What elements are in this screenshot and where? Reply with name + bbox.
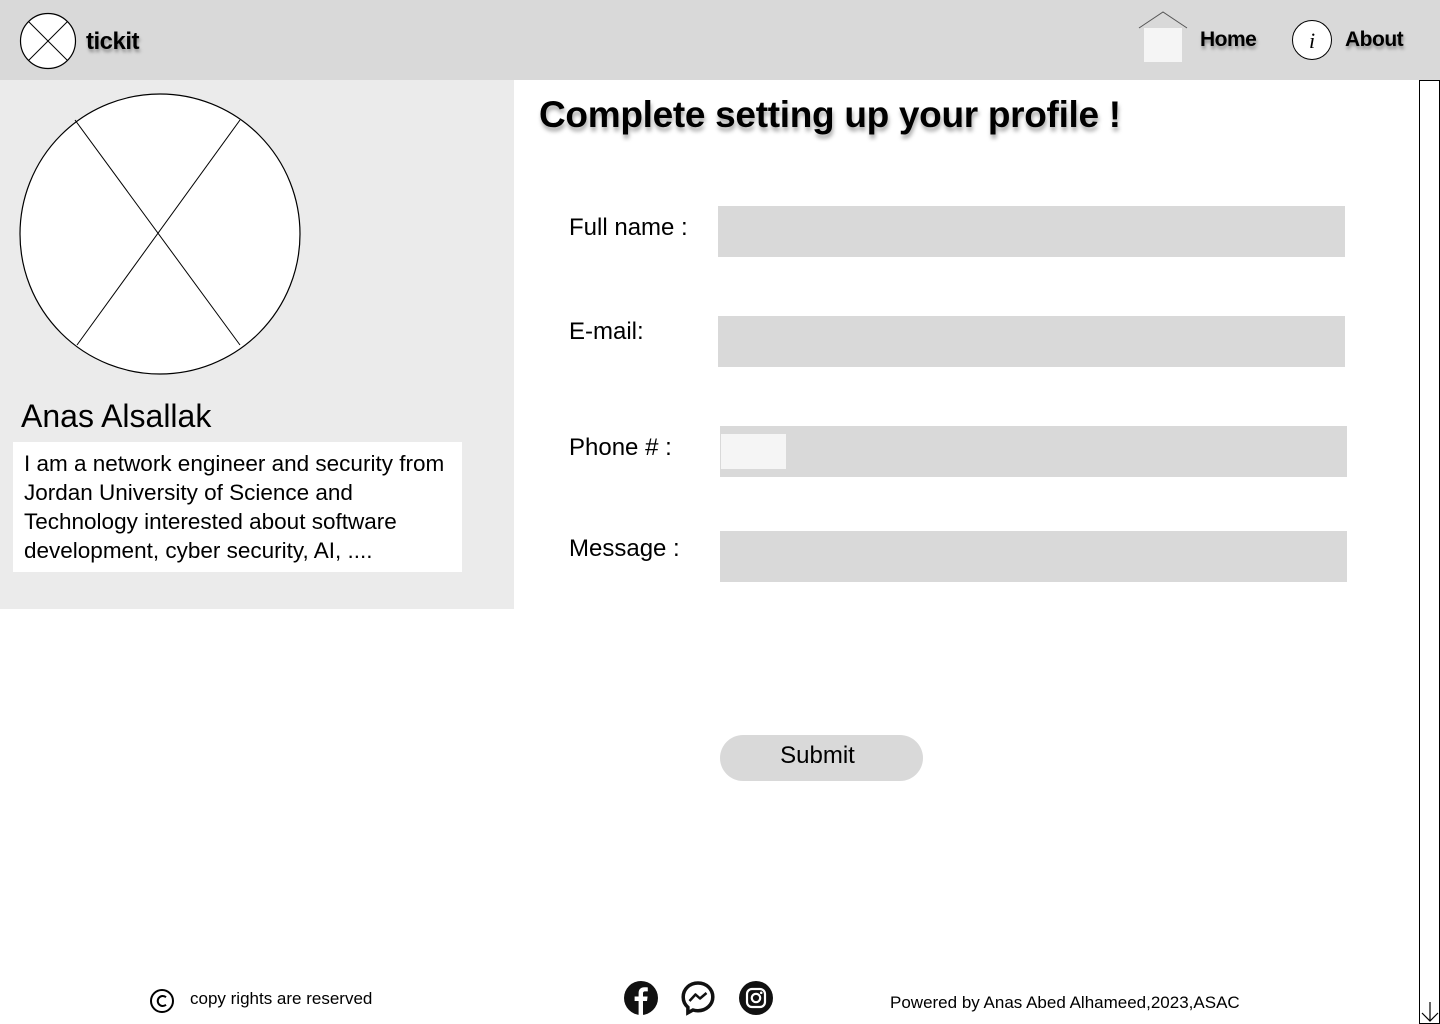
phone-country-code-box[interactable] [721, 434, 786, 469]
full-name-input[interactable] [718, 206, 1345, 257]
bio-text: I am a network engineer and security fro… [24, 451, 445, 563]
message-label: Message : [569, 535, 680, 562]
arrow-down-icon[interactable] [1420, 1000, 1440, 1024]
placeholder-x-icon[interactable] [19, 12, 77, 70]
powered-by-text: Powered by Anas Abed Alhameed,2023,ASAC [890, 993, 1240, 1012]
copyright-icon [150, 989, 174, 1013]
page-title: Complete setting up your profile ! [539, 94, 1121, 135]
message-input[interactable] [720, 531, 1347, 582]
facebook-icon[interactable] [623, 980, 659, 1016]
avatar[interactable] [19, 93, 301, 375]
email-label: E-mail: [569, 318, 644, 345]
nav-about-link[interactable]: i About [1291, 18, 1404, 62]
instagram-icon[interactable] [738, 980, 774, 1016]
copyright-text: copy rights are reserved [190, 989, 373, 1008]
full-name-label: Full name : [569, 214, 688, 241]
top-navbar: tickit Home i About [0, 0, 1440, 80]
email-input[interactable] [718, 316, 1345, 367]
svg-text:i: i [1309, 28, 1315, 53]
scrollbar[interactable] [1419, 80, 1440, 1024]
nav-home-link[interactable]: Home [1138, 10, 1257, 64]
messenger-icon[interactable] [680, 980, 716, 1016]
profile-panel: Anas Alsallak I am a network engineer an… [0, 80, 514, 609]
submit-button[interactable]: Submit [720, 735, 923, 781]
info-icon: i [1292, 20, 1332, 60]
phone-label: Phone # : [569, 434, 672, 461]
nav-home-label: Home [1200, 28, 1257, 51]
bio-box: I am a network engineer and security fro… [13, 442, 462, 572]
phone-input[interactable] [720, 426, 1347, 477]
profile-name: Anas Alsallak [21, 398, 212, 434]
brand-name[interactable]: tickit [86, 28, 140, 56]
home-icon [1138, 11, 1188, 62]
nav-about-label: About [1345, 28, 1404, 51]
